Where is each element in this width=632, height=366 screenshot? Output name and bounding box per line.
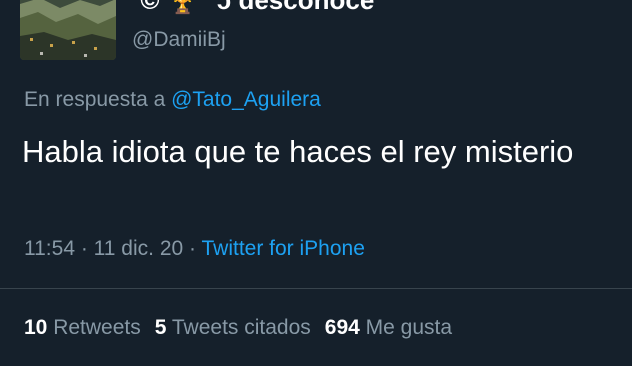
quote-tweets-count: 5 [154,316,167,339]
meta-separator: · [75,237,94,260]
divider [0,288,632,289]
reply-prefix: En respuesta a [24,88,172,111]
likes-stat[interactable]: 694 Me gusta [325,316,452,339]
quote-tweets-stat[interactable]: 5 Tweets citados [155,316,311,339]
tweet-source-link[interactable]: Twitter for iPhone [201,237,364,260]
tweet-detail: °© 🏆 °ɔ desconoce @DamiiBj En respuesta … [0,0,632,366]
tweet-date[interactable]: 11 dic. 20 [94,237,184,260]
avatar[interactable] [20,0,116,60]
retweets-stat[interactable]: 10 Retweets [24,316,141,339]
user-handle[interactable]: @DamiiBj [132,28,226,52]
quote-tweets-label: Tweets citados [166,316,311,339]
likes-label: Me gusta [359,316,453,339]
display-name[interactable]: °© 🏆 °ɔ desconoce [130,0,374,14]
tweet-text: Habla idiota que te haces el rey misteri… [22,134,574,169]
reply-context: En respuesta a @Tato_Aguilera [24,87,321,113]
likes-count: 694 [324,316,360,339]
avatar-image [20,0,116,60]
meta-separator: · [183,237,202,260]
tweet-metadata: 11:54 · 11 dic. 20 · Twitter for iPhone [24,236,365,262]
reply-mention-link[interactable]: @Tato_Aguilera [171,88,321,111]
tweet-time[interactable]: 11:54 [24,237,75,260]
retweets-label: Retweets [47,316,141,339]
retweets-count: 10 [24,316,48,339]
engagement-stats: 10 Retweets 5 Tweets citados 694 Me gusta [24,315,452,341]
